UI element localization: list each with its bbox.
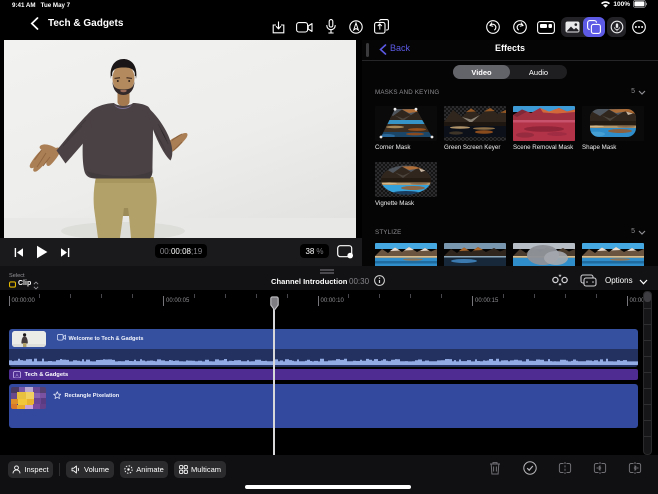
- svg-text:A: A: [15, 372, 18, 377]
